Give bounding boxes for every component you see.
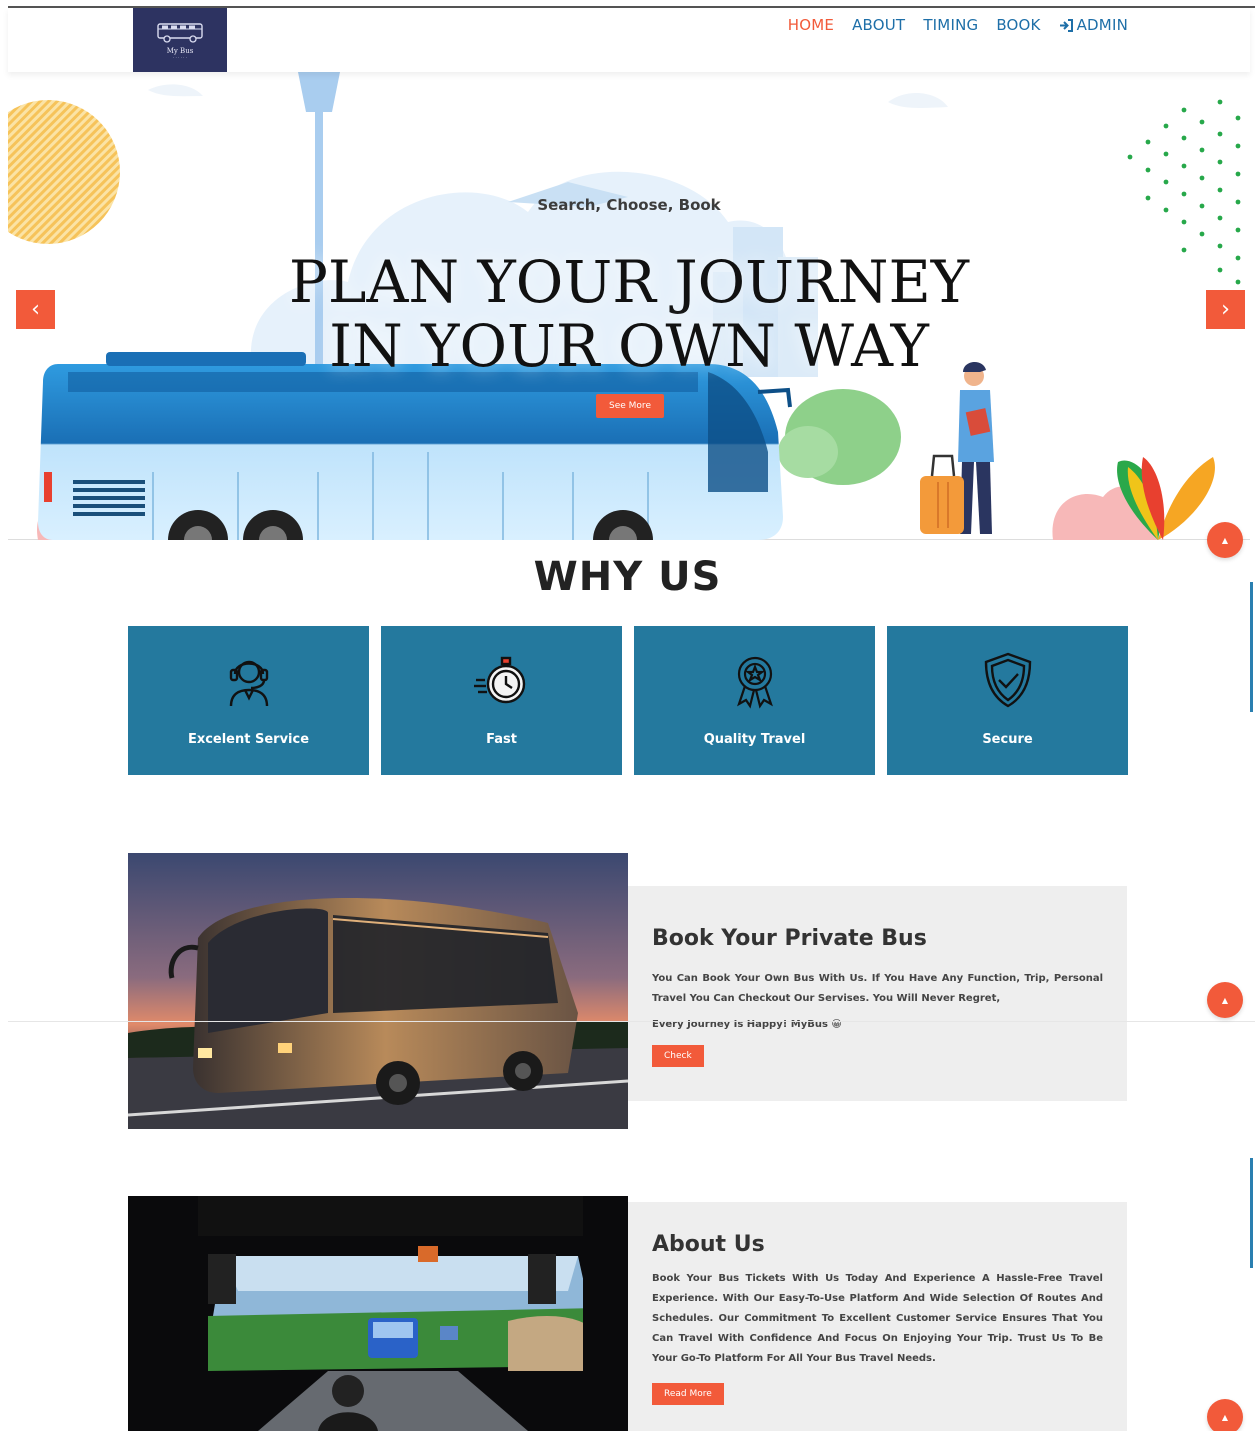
read-more-button[interactable]: Read More bbox=[652, 1383, 724, 1405]
about-title: About Us bbox=[652, 1232, 765, 1257]
floating-action-button[interactable]: ▲ bbox=[1207, 1399, 1243, 1431]
sign-in-icon bbox=[1059, 18, 1073, 32]
hero-carousel: Search, Choose, Book PLAN YOUR JOURNEY I… bbox=[8, 72, 1250, 540]
hero-title-line-2: IN YOUR OWN WAY bbox=[329, 312, 929, 380]
feature-card-fast[interactable]: Fast bbox=[381, 626, 622, 775]
about-text: Book Your Bus Tickets With Us Today And … bbox=[652, 1273, 1103, 1364]
why-us-title: WHY US bbox=[533, 554, 722, 600]
stopwatch-icon bbox=[470, 648, 534, 712]
bus-logo-icon bbox=[157, 22, 203, 43]
private-bus-text-2: Every Journey Is Happy! MyBus 😀 bbox=[652, 1019, 842, 1030]
award-badge-icon bbox=[723, 648, 787, 712]
check-button[interactable]: Check bbox=[652, 1045, 704, 1067]
chevron-left-icon: ‹ bbox=[31, 297, 40, 322]
brand-name: My Bus bbox=[166, 46, 194, 55]
see-more-button[interactable]: See More bbox=[596, 394, 664, 418]
divider bbox=[8, 1021, 1255, 1022]
private-bus-panel: Book Your Private Bus You Can Book Your … bbox=[628, 886, 1127, 1101]
feature-label: Secure bbox=[982, 732, 1033, 747]
hero-tagline: Search, Choose, Book bbox=[537, 196, 721, 214]
feature-label: Excelent Service bbox=[187, 732, 310, 747]
nav-home[interactable]: HOME bbox=[788, 16, 834, 34]
brand-subtext: · · · · · · bbox=[173, 54, 187, 60]
hero-title: PLAN YOUR JOURNEY IN YOUR OWN WAY bbox=[8, 250, 1250, 378]
nav-about[interactable]: ABOUT bbox=[852, 16, 905, 34]
main-nav: HOME ABOUT TIMING BOOK ADMIN bbox=[788, 16, 1128, 34]
feature-label: Quality Travel bbox=[703, 732, 806, 747]
floating-action-button[interactable]: ▲ bbox=[1207, 982, 1243, 1018]
brand-logo[interactable]: My Bus · · · · · · bbox=[133, 8, 227, 72]
hero-title-line-1: PLAN YOUR JOURNEY bbox=[288, 248, 970, 316]
private-bus-title: Book Your Private Bus bbox=[652, 926, 927, 951]
feature-card-quality[interactable]: Quality Travel bbox=[634, 626, 875, 775]
carousel-next-button[interactable]: › bbox=[1206, 290, 1245, 329]
edge-scroll-indicator bbox=[1250, 582, 1253, 712]
feature-card-service[interactable]: Excelent Service bbox=[128, 626, 369, 775]
features-row: Excelent Service Fast Quality Travel Sec… bbox=[128, 626, 1128, 775]
chevron-right-icon: › bbox=[1221, 297, 1230, 322]
floating-action-button[interactable]: ▲ bbox=[1207, 522, 1243, 558]
nav-admin[interactable]: ADMIN bbox=[1059, 16, 1128, 34]
bus-illustration bbox=[38, 352, 792, 540]
edge-scroll-indicator bbox=[1250, 1158, 1253, 1268]
headset-agent-icon bbox=[217, 648, 281, 712]
nav-timing[interactable]: TIMING bbox=[923, 16, 978, 34]
nav-book[interactable]: BOOK bbox=[996, 16, 1040, 34]
private-bus-text: You Can Book Your Own Bus With Us. If Yo… bbox=[652, 973, 1103, 1004]
traveller-illustration bbox=[920, 361, 994, 534]
nav-admin-label: ADMIN bbox=[1076, 16, 1128, 34]
feature-label: Fast bbox=[486, 732, 517, 747]
about-image bbox=[128, 1196, 628, 1431]
private-bus-image bbox=[128, 853, 628, 1129]
feature-card-secure[interactable]: Secure bbox=[887, 626, 1128, 775]
about-panel: About Us Book Your Bus Tickets With Us T… bbox=[628, 1202, 1127, 1431]
carousel-prev-button[interactable]: ‹ bbox=[16, 290, 55, 329]
shield-check-icon bbox=[976, 648, 1040, 712]
